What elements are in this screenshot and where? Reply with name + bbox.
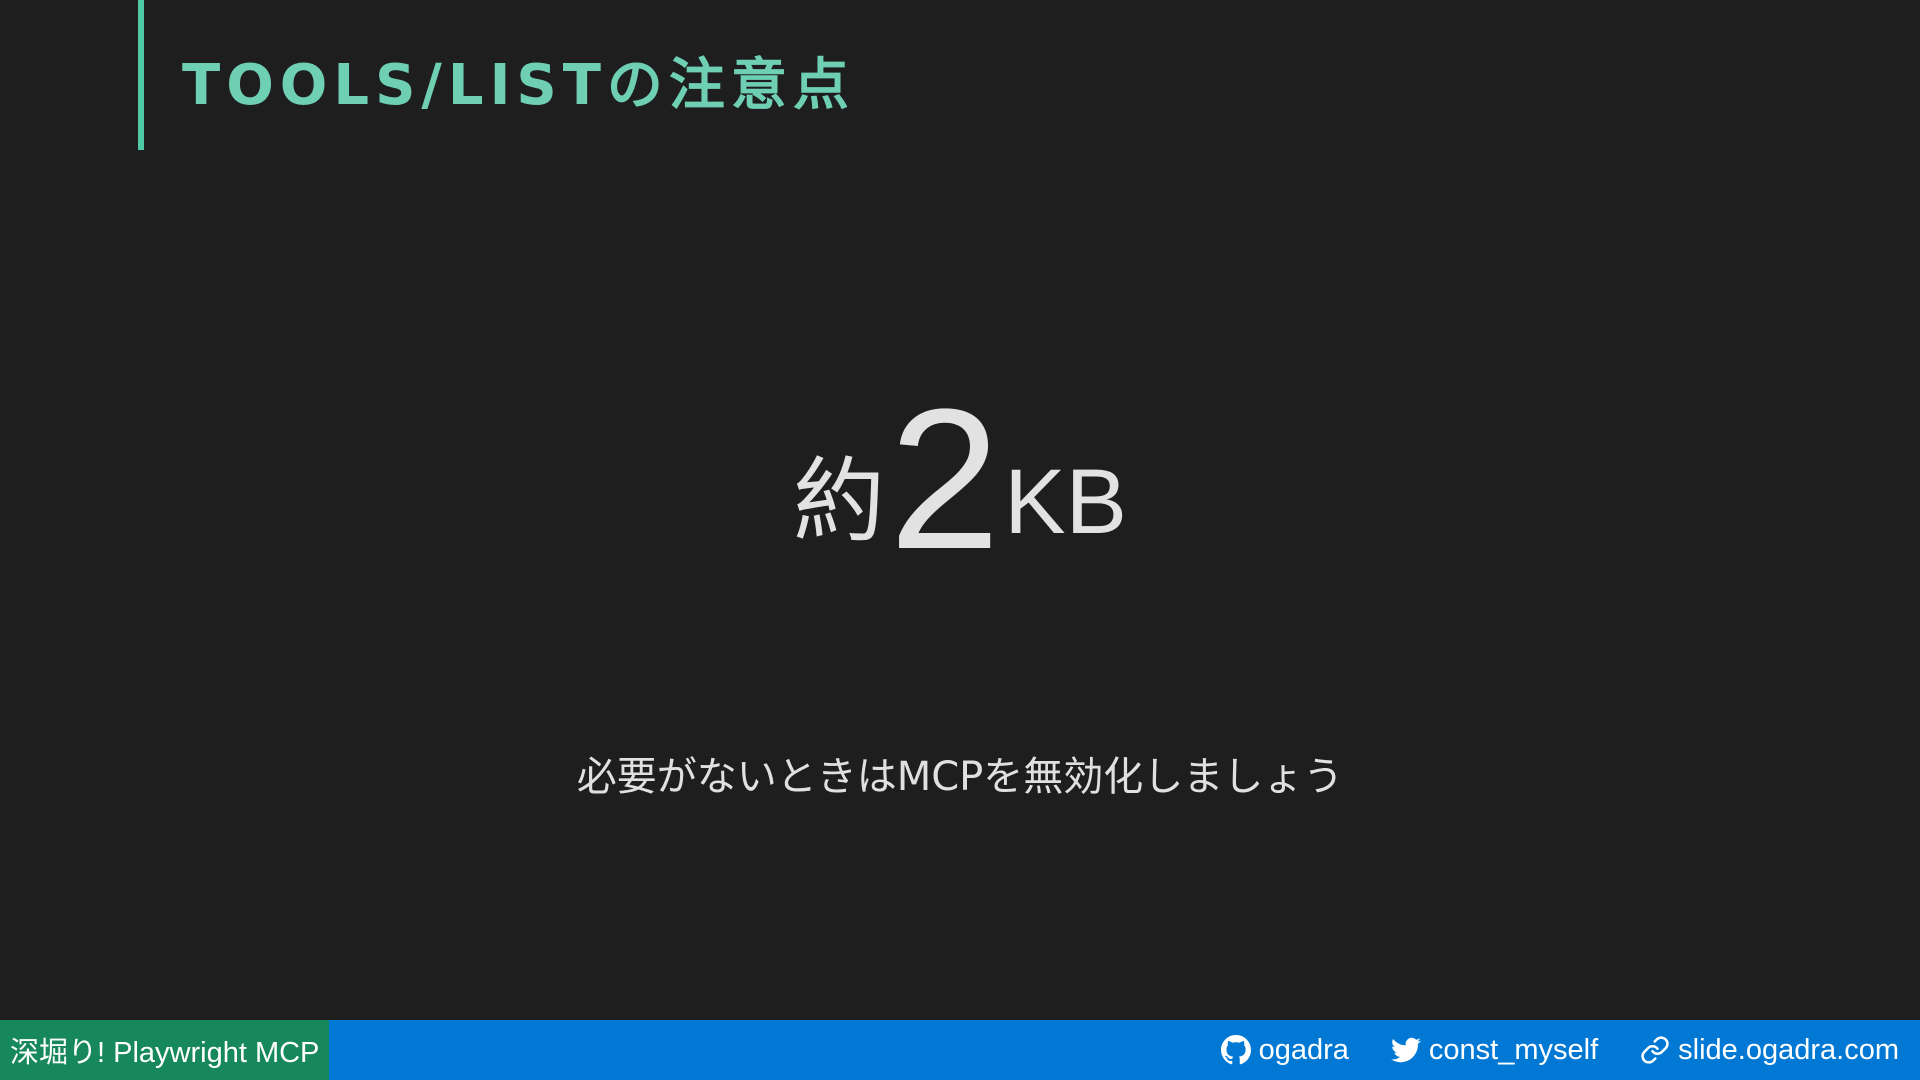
github-link-label: ogadra: [1258, 1033, 1349, 1066]
headline: 約 2 KB: [0, 360, 1920, 591]
twitter-link-label: const_myself: [1428, 1033, 1599, 1066]
github-icon: [1220, 1035, 1251, 1065]
twitter-link[interactable]: const_myself: [1390, 1033, 1599, 1067]
footer-bar: 深堀り! Playwright MCP ogadra const_myself: [0, 1020, 1920, 1080]
twitter-icon: [1390, 1037, 1421, 1063]
website-link[interactable]: slide.ogadra.com: [1640, 1034, 1899, 1067]
headline-number: 2: [889, 368, 1001, 591]
slide-title: TOOLS/LISTの注意点: [182, 53, 855, 118]
slide-subtext: 必要がないときはMCPを無効化しましょう: [576, 754, 1344, 800]
title-accent-bar: [138, 0, 144, 150]
website-link-label: slide.ogadra.com: [1678, 1033, 1899, 1066]
headline-prefix: 約: [793, 451, 886, 553]
footer-links: ogadra const_myself slide.ogadra.com: [1220, 1033, 1920, 1067]
headline-unit: KB: [1004, 451, 1127, 553]
footer-presentation-title: 深堀り! Playwright MCP: [0, 1020, 330, 1080]
slide: TOOLS/LISTの注意点 約 2 KB 必要がないときはMCPを無効化しまし…: [0, 0, 1920, 1080]
link-icon: [1641, 1036, 1669, 1064]
github-link[interactable]: ogadra: [1220, 1033, 1349, 1067]
